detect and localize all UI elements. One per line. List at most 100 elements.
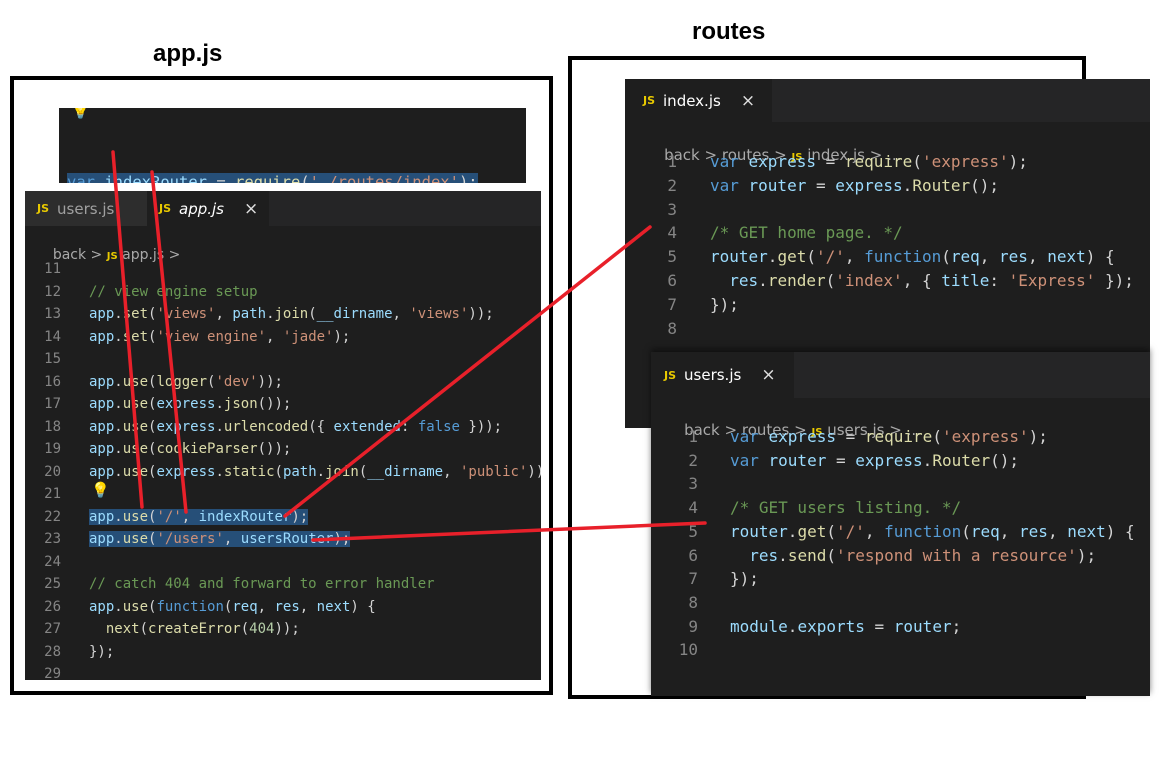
code-token: ,	[257, 598, 275, 615]
line-number: 25	[44, 576, 61, 592]
js-file-icon: JS	[643, 94, 656, 107]
code-token: (	[961, 521, 971, 541]
tab-users-js-routes[interactable]: JS users.js ×	[651, 352, 794, 398]
code-token: =	[826, 450, 856, 470]
code-line[interactable]: app.use(express.urlencoded({ extended: f…	[89, 416, 502, 439]
code-token: 'jade'	[282, 328, 334, 345]
code-token: static	[223, 463, 275, 480]
line-number: 27	[44, 621, 61, 637]
tab-app-js[interactable]: JS app.js ×	[147, 191, 269, 226]
code-line[interactable]: });	[730, 567, 759, 591]
code-token: /* GET home page. */	[710, 223, 903, 243]
code-token: use	[122, 531, 149, 547]
code-token: .	[114, 508, 123, 525]
app-js-code-area[interactable]: 11 12// view engine setup 13 app.set('views…	[25, 258, 541, 680]
code-token: Router	[932, 450, 991, 470]
code-line[interactable]: app.use('/', indexRouter);	[89, 506, 309, 529]
code-line[interactable]: module.exports = router;	[730, 615, 961, 639]
code-token: express	[156, 396, 216, 412]
line-number: 26	[44, 598, 61, 615]
code-line[interactable]: app.use(cookieParser());	[89, 438, 291, 461]
code-line[interactable]: app.use(express.json());	[89, 393, 291, 416]
code-line[interactable]: // catch 404 and forward to error handle…	[89, 573, 435, 596]
code-line[interactable]: });	[89, 641, 114, 664]
code-token: .	[215, 463, 224, 480]
code-token: )));	[527, 463, 541, 480]
code-token: use	[122, 598, 149, 615]
code-line[interactable]: var router = express.Router();	[710, 174, 999, 198]
code-token: ,	[1027, 247, 1048, 267]
code-token: req	[950, 247, 980, 267]
code-token: join	[325, 463, 359, 480]
code-line[interactable]: app.set('view engine', 'jade');	[89, 326, 350, 349]
line-number: 16	[44, 373, 61, 390]
code-line[interactable]: var express = require('express');	[710, 150, 1028, 174]
line-number: 3	[688, 474, 698, 494]
line-number: 11	[44, 261, 61, 277]
code-line[interactable]: app.use(express.static(path.join(__dirna…	[89, 461, 541, 484]
code-line[interactable]: next(createError(404));	[89, 618, 300, 641]
code-token: .	[902, 175, 913, 195]
app-js-editor: JS users.js JS app.js × back > JS app.js…	[25, 191, 541, 680]
code-token: indexRouter	[104, 173, 207, 183]
snippet-line[interactable]: var indexRouter = require('./routes/inde…	[67, 170, 478, 183]
code-line[interactable]: var express = require('express');	[730, 425, 1048, 449]
code-token: }));	[459, 418, 503, 435]
code-line[interactable]: /* GET home page. */	[710, 221, 903, 245]
code-token: use	[122, 463, 149, 480]
close-icon[interactable]: ×	[741, 91, 755, 111]
code-token: function	[884, 521, 962, 541]
code-token: (	[826, 545, 836, 565]
code-line[interactable]: app.use('/users', usersRouter);	[89, 528, 351, 551]
line-number: 6	[688, 545, 698, 565]
app-js-heading: app.js	[153, 40, 223, 67]
lightbulb-icon[interactable]: 💡	[71, 108, 90, 120]
code-token: var	[710, 175, 749, 195]
code-line[interactable]: /* GET users listing. */	[730, 496, 961, 520]
code-line[interactable]: var router = express.Router();	[730, 449, 1019, 473]
users-js-code-area[interactable]: 1 var express = require('express'); 2 var r…	[651, 425, 1150, 662]
code-line[interactable]: router.get('/', function(req, res, next)…	[710, 245, 1115, 269]
routes-heading: routes	[692, 18, 766, 45]
code-token: 'express'	[941, 427, 1029, 446]
tab-users-js[interactable]: JS users.js	[25, 191, 147, 226]
code-token: });	[89, 643, 115, 660]
code-token: (	[358, 463, 368, 480]
tab-index-js[interactable]: JS index.js ×	[625, 79, 772, 122]
code-token: app	[89, 463, 115, 480]
code-line[interactable]: app.use(logger('dev'));	[89, 371, 283, 394]
code-token: );	[1076, 545, 1097, 565]
code-token: , {	[902, 271, 942, 290]
code-token: .	[215, 396, 224, 412]
code-token: ) {	[1085, 247, 1115, 267]
line-number: 14	[44, 328, 61, 345]
code-token: ,	[864, 521, 885, 541]
code-token: urlencoded	[223, 418, 309, 435]
line-number: 6	[667, 271, 677, 290]
line-number: 7	[667, 294, 677, 314]
code-line[interactable]: });	[710, 293, 739, 317]
code-token: next	[1047, 247, 1086, 267]
close-icon[interactable]: ×	[244, 199, 258, 219]
code-token: ();	[990, 450, 1020, 470]
code-token: app	[89, 441, 115, 457]
code-token: app	[89, 418, 115, 435]
code-line[interactable]: router.get('/', function(req, res, next)…	[730, 520, 1135, 544]
code-line[interactable]: app.use(function(req, res, next) {	[89, 596, 376, 619]
code-token: createError	[148, 621, 241, 637]
code-token: module	[730, 616, 788, 636]
code-token: ,	[181, 508, 199, 525]
code-token: app	[89, 531, 115, 547]
line-number: 18	[44, 418, 61, 435]
code-line[interactable]: res.render('index', { title: 'Express' }…	[710, 269, 1134, 293]
code-token: 'Express'	[1008, 271, 1096, 290]
code-token: );	[1028, 427, 1048, 446]
code-line[interactable]: app.set('views', path.join(__dirname, 'v…	[89, 303, 494, 326]
code-line[interactable]: // view engine setup	[89, 281, 258, 304]
close-icon[interactable]: ×	[761, 365, 775, 385]
index-js-code-area[interactable]: 1 var express = require('express'); 2 var r…	[625, 150, 1150, 340]
line-number: 2	[667, 175, 677, 195]
code-token: 'view engine'	[156, 328, 267, 345]
code-line[interactable]: res.send('respond with a resource');	[730, 544, 1096, 568]
